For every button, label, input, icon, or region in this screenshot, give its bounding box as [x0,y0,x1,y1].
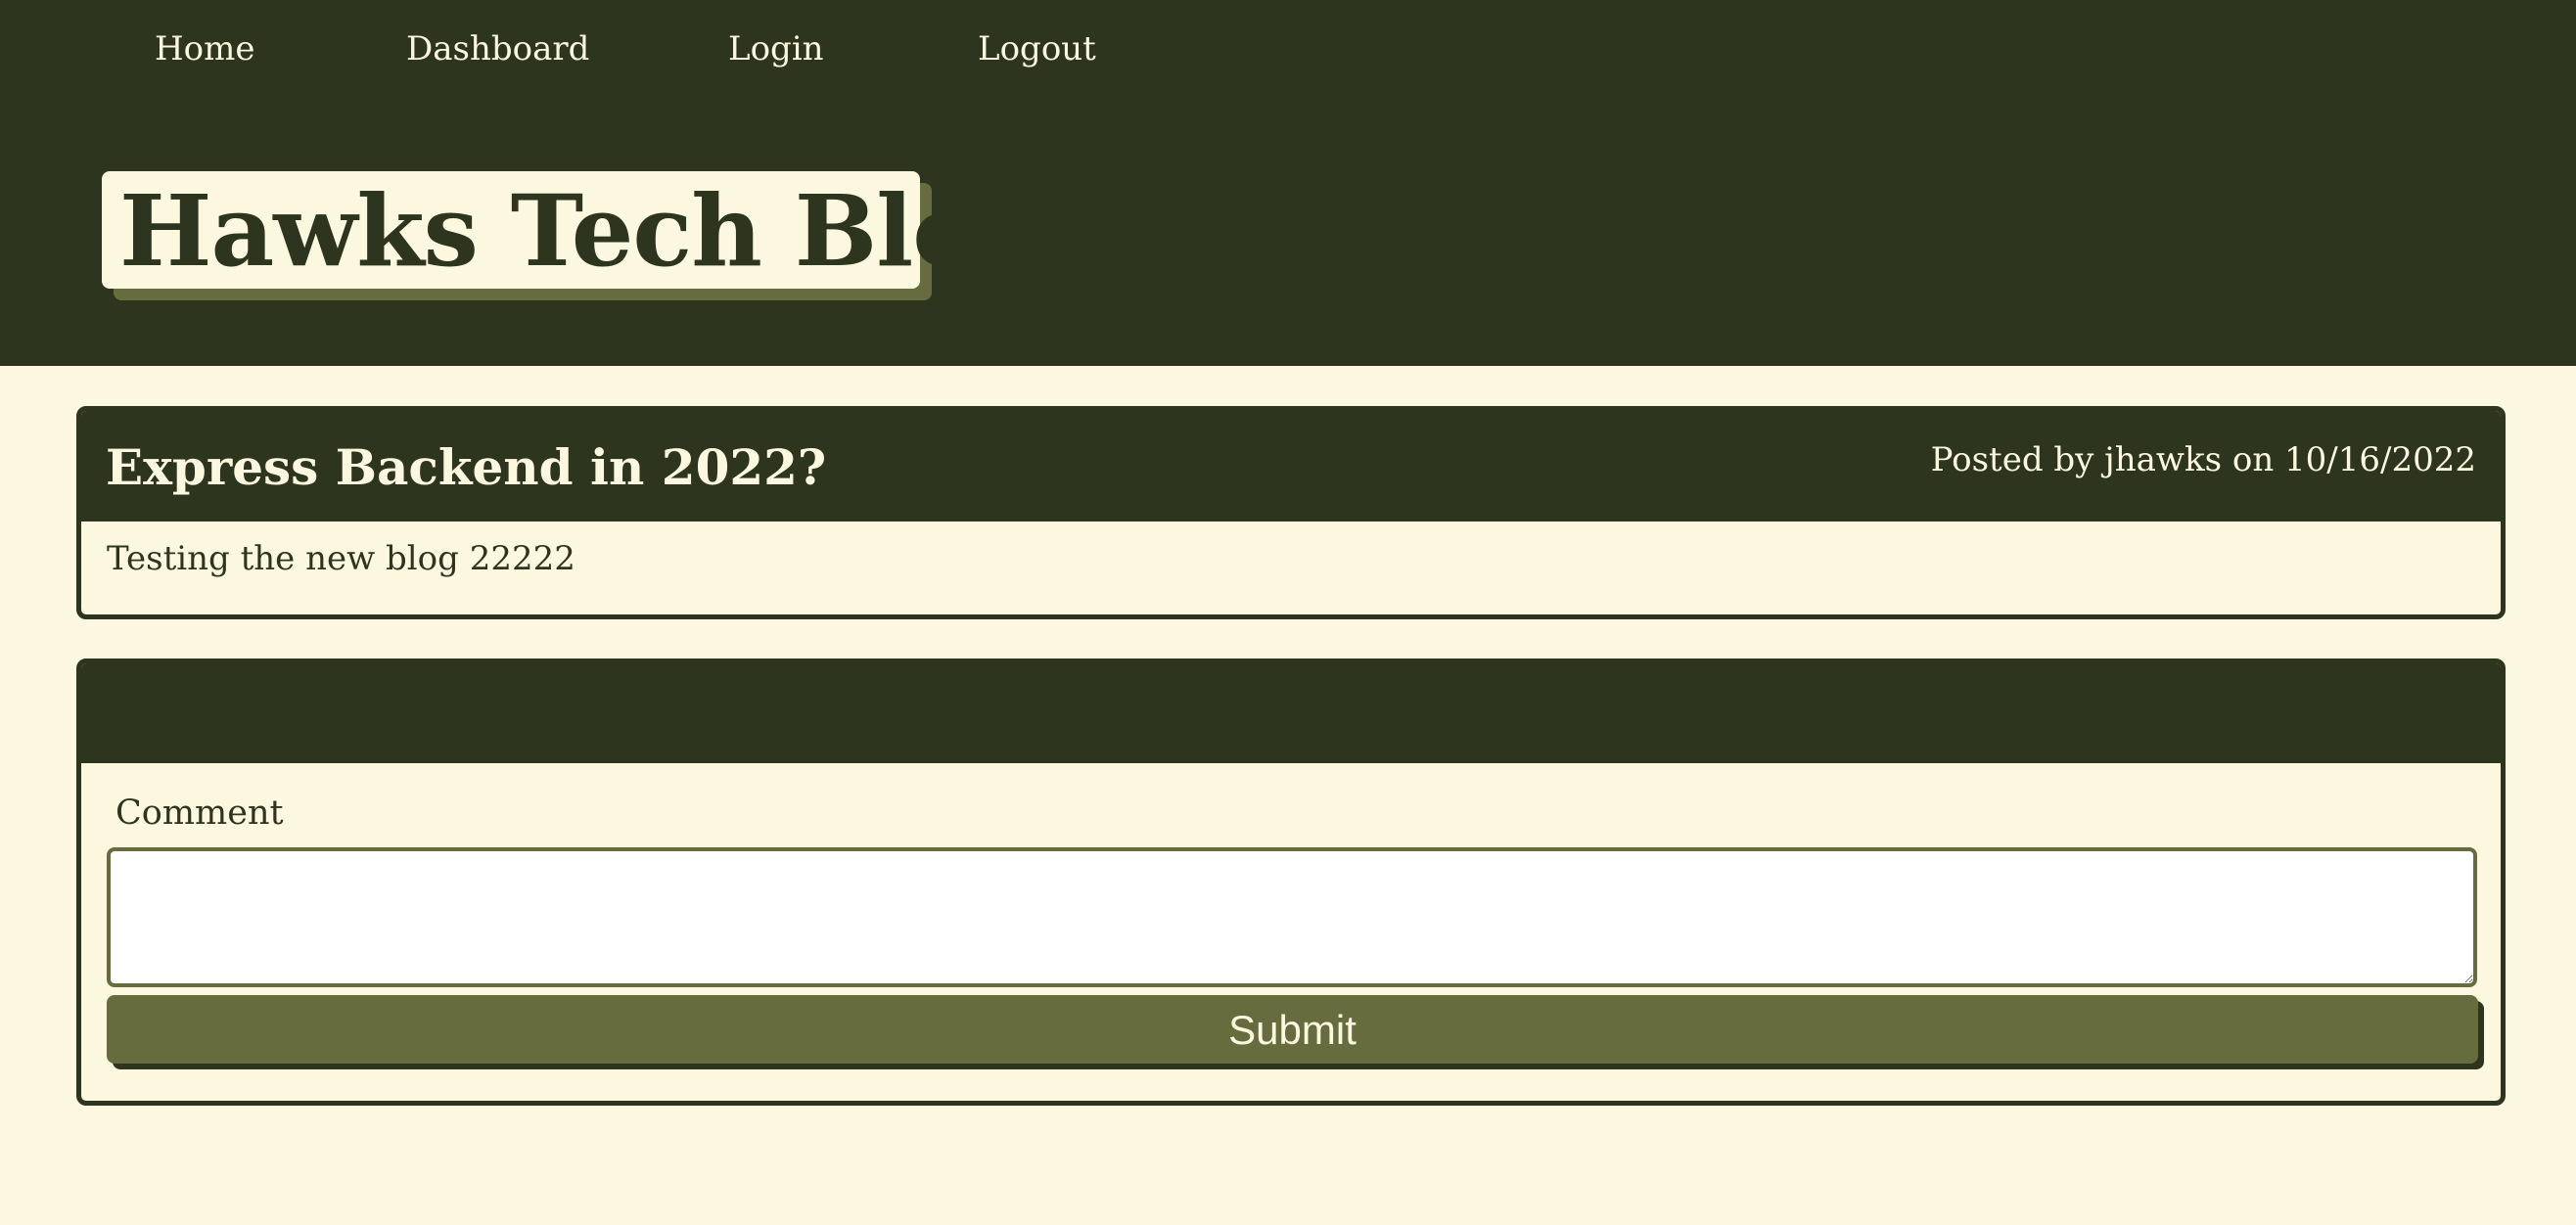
comment-label: Comment [115,794,284,833]
nav-home-link[interactable]: Home [155,29,254,68]
site-title-wrapper: Hawks Tech Blog [102,171,1045,300]
site-title: Hawks Tech Blog [119,173,1045,289]
post-body: Testing the new blog 22222 [107,539,575,578]
post-card-header: Express Backend in 2022? Posted by jhawk… [81,411,2501,522]
site-title-box: Hawks Tech Blog [102,171,1045,289]
post-meta: Posted by jhawks on 10/16/2022 [1930,440,2476,479]
post-title: Express Backend in 2022? [106,438,827,496]
nav-login-link[interactable]: Login [728,29,824,68]
post-card: Express Backend in 2022? Posted by jhawk… [76,406,2506,619]
comment-input[interactable] [107,847,2477,987]
top-nav: Home Dashboard Login Logout [0,0,2576,104]
submit-button[interactable]: Submit [107,995,2478,1064]
nav-dashboard-link[interactable]: Dashboard [406,29,589,68]
nav-logout-link[interactable]: Logout [978,29,1096,68]
site-header: Home Dashboard Login Logout Hawks Tech B… [0,0,2576,366]
comment-card-header [81,663,2501,763]
comment-card: Comment Submit [76,658,2506,1106]
